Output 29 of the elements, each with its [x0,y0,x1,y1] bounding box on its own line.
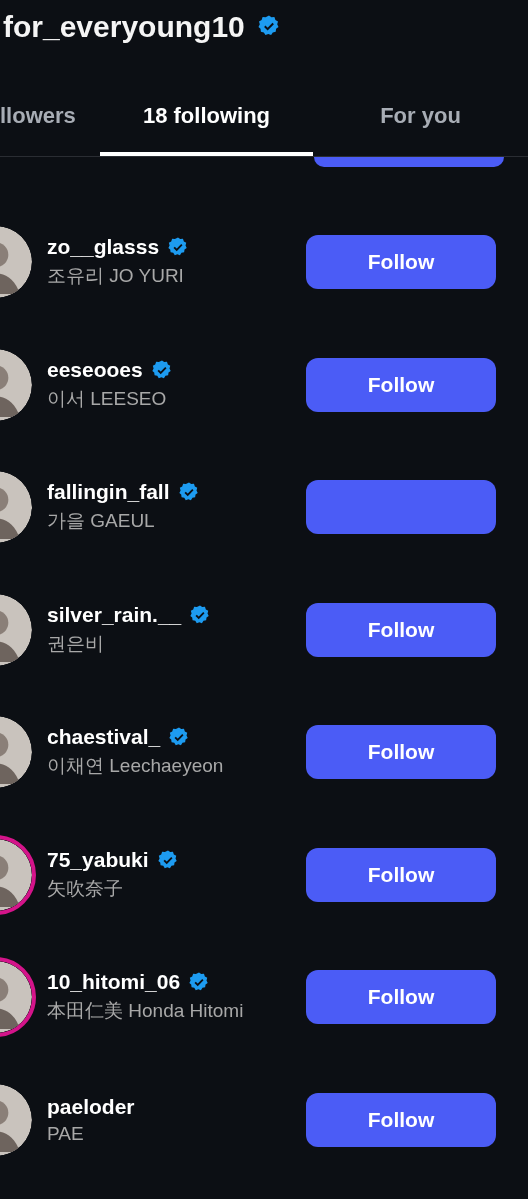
account-username[interactable]: chaestival_ [47,725,161,750]
tab[interactable]: For you [313,80,528,156]
tab[interactable]: llowers [0,80,100,156]
account-full-name: 矢吹奈子 [47,876,124,901]
account-username[interactable]: eeseooes [47,357,143,382]
account-username[interactable]: silver_rain.__ [47,602,182,627]
follow-button[interactable]: Follow [306,602,496,657]
account-full-name: 가을 GAEUL [47,509,156,534]
follow-button[interactable]: Follow [306,357,496,412]
profile-username: for_everyoung10 [3,9,245,45]
follow-button[interactable]: Follow [306,970,496,1025]
follow-button[interactable] [306,480,496,535]
account-full-name: PAE [47,1122,85,1145]
account-full-name: 조유리 JO YURI [47,264,185,289]
account-full-name: 이채연 Leechaeyeon [47,754,225,779]
account-username[interactable]: zo__glasss [47,235,160,260]
follow-button[interactable]: Follow [306,725,496,780]
account-full-name: 권은비 [47,631,105,656]
account-username[interactable]: fallingin_fall [47,480,170,505]
account-full-name: 이서 LEESEO [47,386,168,411]
follow-button[interactable]: Follow [306,235,496,290]
follow-button[interactable] [314,157,504,167]
follow-button[interactable]: Follow [306,847,496,902]
tab[interactable]: 18 following [100,80,313,156]
account-username[interactable]: 75_yabuki [47,847,149,872]
account-full-name: 本田仁美 Honda Hitomi [47,999,245,1024]
account-username[interactable]: paeloder [47,1094,135,1119]
account-username[interactable]: 10_hitomi_06 [47,970,181,995]
follow-button[interactable]: Follow [306,1092,496,1147]
